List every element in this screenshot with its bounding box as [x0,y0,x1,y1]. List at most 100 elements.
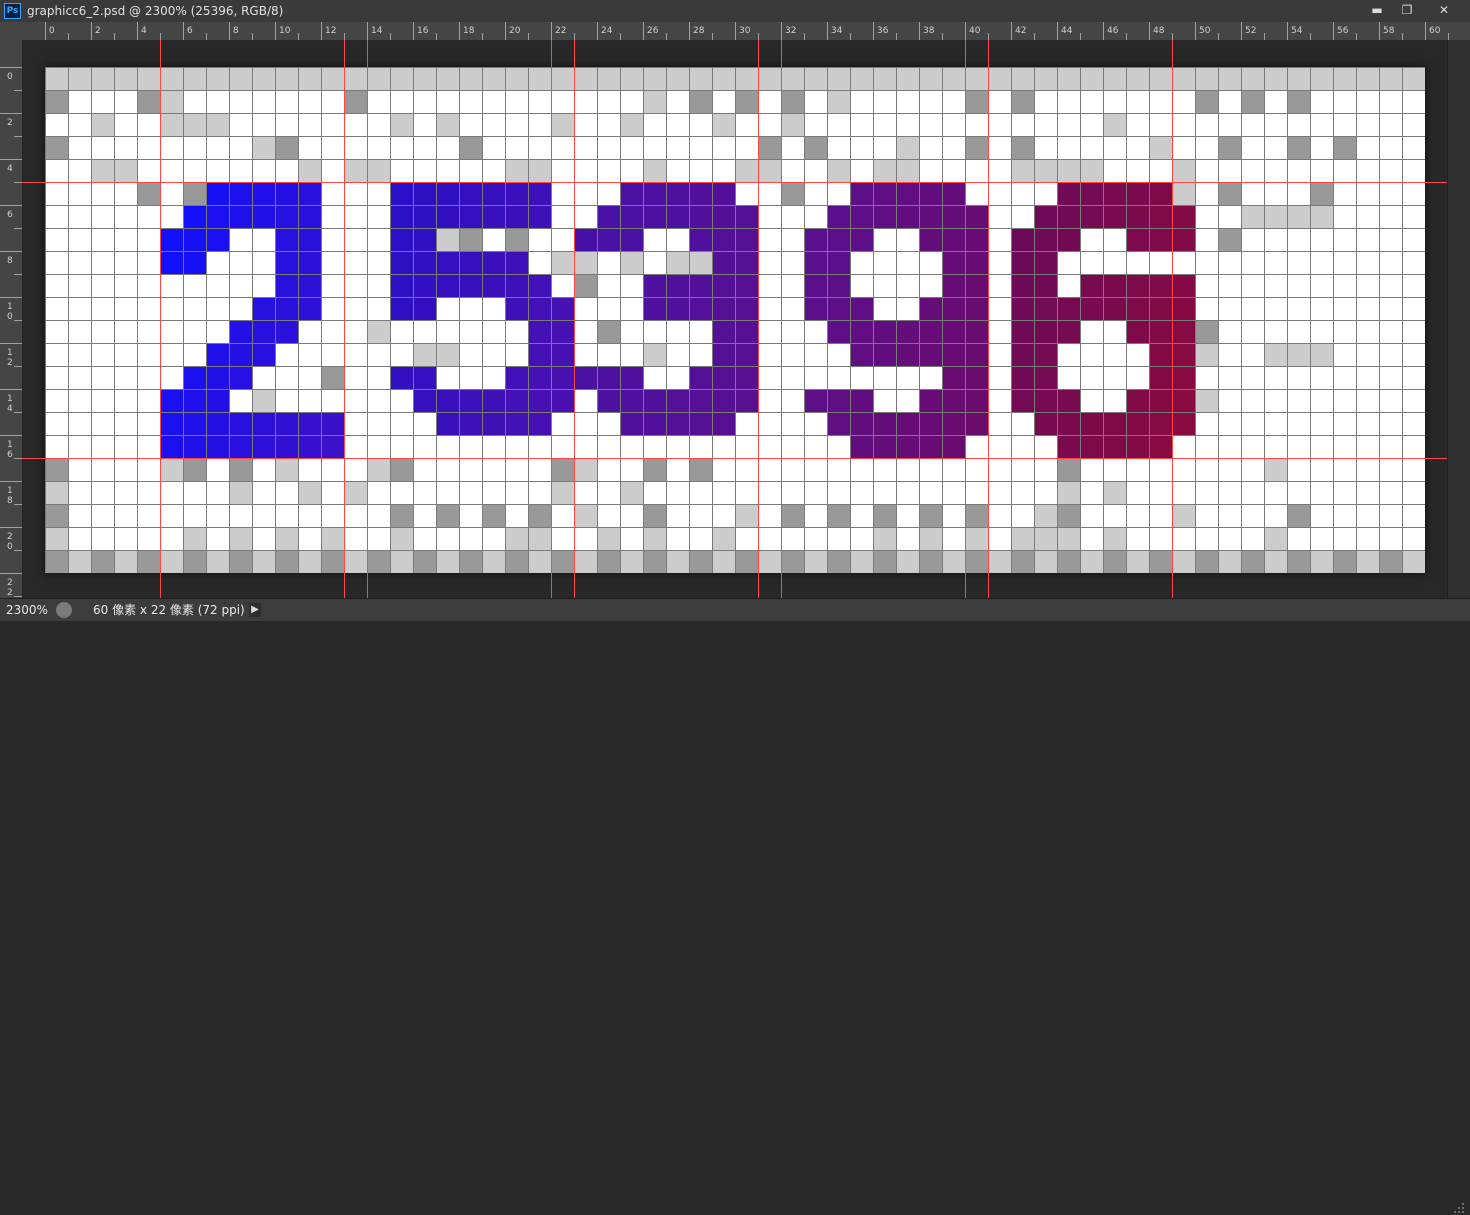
zoom-level-field[interactable]: 2300% [0,601,48,619]
canvas-pixel [206,274,229,297]
close-button[interactable]: ✕ [1424,1,1464,19]
vertical-scrollbar[interactable] [1447,40,1470,598]
canvas-pixel [1333,458,1356,481]
canvas-pixel [1356,550,1379,573]
canvas-pixel [574,435,597,458]
canvas-pixel [781,113,804,136]
canvas-pixel [1218,320,1241,343]
canvas-pixel [827,527,850,550]
canvas-pixel [390,182,413,205]
canvas-pixel [551,550,574,573]
canvas-pixel [436,67,459,90]
canvas-pixel [827,550,850,573]
canvas-pixel [137,228,160,251]
canvas-pixel [1080,435,1103,458]
canvas-pixel [45,527,68,550]
canvas-pixel [1126,182,1149,205]
canvas-pixel [1356,205,1379,228]
canvas-pixel [1172,458,1195,481]
canvas-pixel [1080,205,1103,228]
canvas-pixel [850,182,873,205]
canvas-pixel [482,67,505,90]
canvas-pixel [804,228,827,251]
canvas-pixel [1034,366,1057,389]
canvas-pixel [1402,481,1425,504]
canvas-pixel [574,136,597,159]
minimize-button[interactable]: ▬ [1362,1,1392,19]
canvas-pixel [1356,159,1379,182]
canvas-pixel [91,366,114,389]
canvas-pixel [1034,320,1057,343]
canvas-pixel [942,274,965,297]
canvas-pixel [620,458,643,481]
canvas-pixel [965,251,988,274]
canvas-pixel [1149,251,1172,274]
canvas-pixel [160,343,183,366]
canvas-pixel [620,320,643,343]
canvas-pixel [275,458,298,481]
canvas-pixel [1172,366,1195,389]
canvas-pixel [68,550,91,573]
canvas-pixel [68,251,91,274]
canvas-pixel [597,297,620,320]
ruler-top-label: 36 [877,26,889,36]
canvas-pixel [367,527,390,550]
canvas-pixel [850,67,873,90]
canvas-pixel [1195,67,1218,90]
canvas-pixel [68,182,91,205]
canvas-pixel [229,228,252,251]
canvas-pixel [1195,182,1218,205]
status-menu-arrow-icon[interactable]: ▶ [249,603,261,617]
canvas-pixel [804,182,827,205]
canvas-pixel [965,366,988,389]
canvas-pixel [643,205,666,228]
canvas-pixel [666,205,689,228]
canvas-pixel [1195,136,1218,159]
canvas-pixel [1057,458,1080,481]
ruler-top-label: 6 [187,26,193,36]
canvas-pixel [643,435,666,458]
canvas-pixel [229,297,252,320]
canvas-pixel [850,113,873,136]
canvas-pixel [1057,159,1080,182]
canvas-pixel [1402,251,1425,274]
canvas-pixel [459,527,482,550]
canvas-pixel [114,67,137,90]
canvas-pixel [620,205,643,228]
canvas-pixel [1011,251,1034,274]
canvas-pixel [735,435,758,458]
canvas-pixel [91,136,114,159]
canvas-pixel [321,366,344,389]
canvas-pixel [1011,481,1034,504]
canvas-pixel [735,343,758,366]
canvas-pixel [1218,504,1241,527]
canvas-pixel [1011,504,1034,527]
canvas-pixel [942,67,965,90]
canvas-pixel [735,366,758,389]
canvas-pixel [1310,412,1333,435]
canvas-pixel [390,159,413,182]
canvas-pixel [850,159,873,182]
canvas-pixel [1172,274,1195,297]
canvas-pixel [919,412,942,435]
ruler-origin-corner[interactable] [0,22,22,40]
canvas-pixel [919,251,942,274]
canvas-pixel [965,182,988,205]
canvas-pixel [643,389,666,412]
canvas-pixel [597,90,620,113]
resize-grip-icon[interactable] [1452,1201,1466,1215]
canvas-pixel [896,113,919,136]
canvas-pixel [390,481,413,504]
canvas-pixel [551,412,574,435]
document-info-icon[interactable] [56,602,72,618]
canvas-pixel [1310,527,1333,550]
horizontal-ruler[interactable]: 0 2 4 6 8 10 12 14 16 18 20 22 24 26 28 30 32 34 36 38 40 42 4… [22,22,1470,41]
document-title: graphicc6_2.psd @ 2300% (25396, RGB/8) [27,4,284,18]
vertical-ruler[interactable]: 0246810121416182022 [0,40,23,598]
pixel-canvas[interactable] [45,67,1425,573]
canvas-pixel [298,67,321,90]
maximize-button[interactable]: ❐ [1392,1,1422,19]
canvas-pixel [850,435,873,458]
canvas-pixel [390,320,413,343]
canvas-pixel [666,366,689,389]
